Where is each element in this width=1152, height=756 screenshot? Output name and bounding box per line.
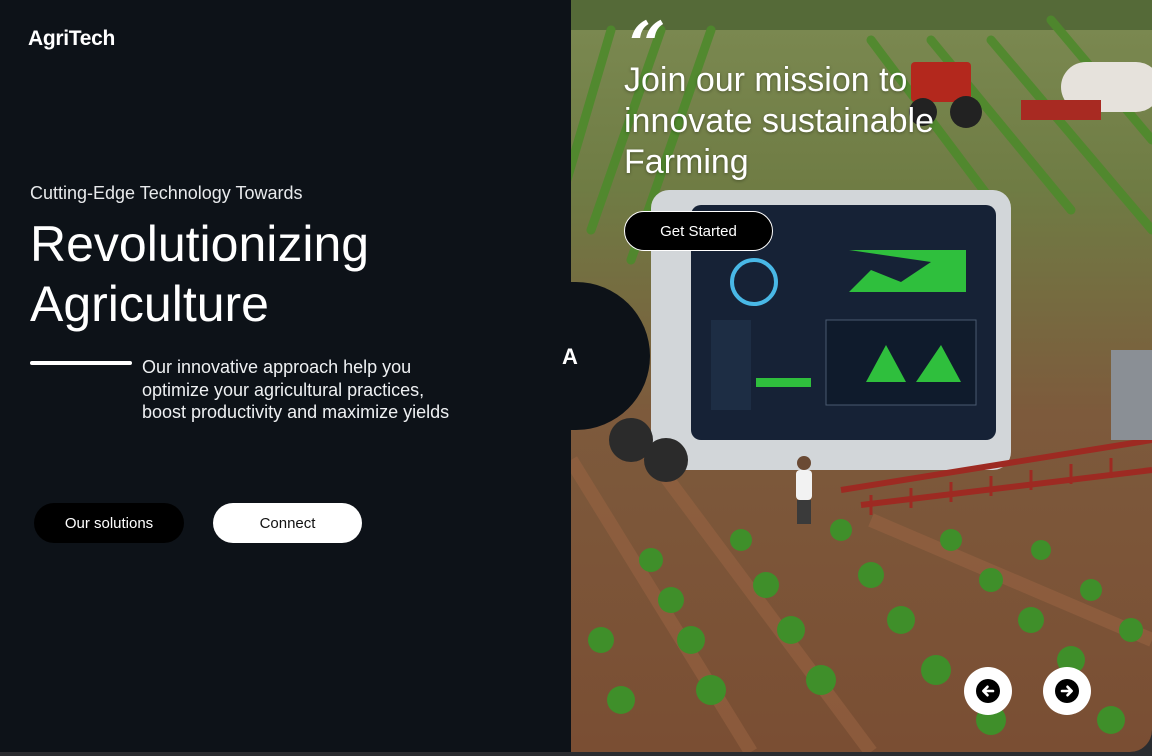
intro-description: Our innovative approach help you optimiz…	[142, 357, 450, 422]
landing-page: AgriTech Cutting-Edge Technology Towards…	[0, 0, 1152, 752]
our-solutions-button[interactable]: Our solutions	[34, 503, 184, 543]
carousel-prev-button[interactable]	[964, 667, 1012, 715]
accent-divider	[30, 361, 132, 365]
connect-button[interactable]: Connect	[213, 503, 362, 543]
get-started-button[interactable]: Get Started	[624, 211, 773, 251]
hero-title: Join our mission to innovate sustainable…	[624, 61, 935, 181]
page-title: Revolutionizing Agriculture	[30, 214, 369, 334]
hero-image-panel: “ Join our mission to innovate sustainab…	[571, 0, 1152, 752]
brand-logo[interactable]: AgriTech	[28, 27, 115, 51]
side-bubble-letter: A	[562, 344, 578, 369]
arrow-left-circle-icon	[976, 679, 1000, 703]
arrow-right-circle-icon	[1055, 679, 1079, 703]
headline-line-1: Revolutionizing	[30, 216, 370, 272]
headline-line-2: Agriculture	[30, 276, 269, 332]
carousel-next-button[interactable]	[1043, 667, 1091, 715]
eyebrow-text: Cutting-Edge Technology Towards	[30, 183, 303, 203]
